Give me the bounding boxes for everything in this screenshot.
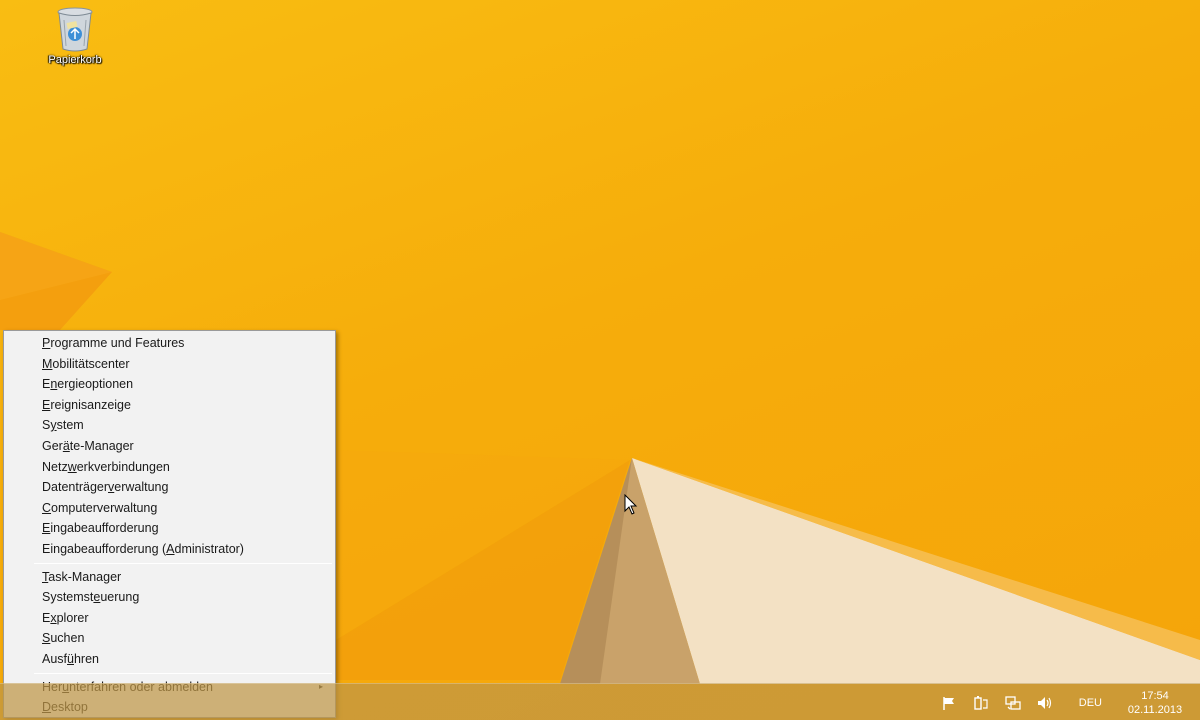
menu-item-label: ingabeaufforderung (50, 521, 159, 536)
menu-item-label: obilitätscenter (52, 356, 130, 371)
clock-date: 02.11.2013 (1127, 703, 1183, 716)
menu-item-label: dministrator) (174, 541, 244, 556)
input-language-indicator[interactable]: DEU (1079, 697, 1102, 709)
system-tray: DEU 17:54 02.11.2013 (933, 684, 1200, 720)
menu-item[interactable]: Computerverwaltung (4, 498, 335, 519)
menu-item-accelerator: w (67, 459, 77, 474)
menu-separator (34, 672, 332, 674)
menu-item-accelerator: A (166, 541, 175, 556)
menu-item-accelerator: C (42, 500, 52, 515)
volume-icon[interactable] (1035, 693, 1055, 713)
menu-item[interactable]: Mobilitätscenter (4, 354, 335, 375)
menu-item-label: Eingabeaufforderung ( (42, 541, 167, 556)
menu-item-label: reignisanzeige (50, 397, 131, 412)
menu-item[interactable]: Systemsteuerung (4, 587, 335, 608)
menu-item-label: uchen (50, 631, 85, 646)
taskbar: DEU 17:54 02.11.2013 (0, 683, 1200, 720)
menu-item-accelerator: M (42, 356, 53, 371)
menu-item[interactable]: Geräte-Manager (4, 436, 335, 457)
menu-item-accelerator: ü (67, 651, 74, 666)
taskbar-clock[interactable]: 17:54 02.11.2013 (1116, 689, 1194, 717)
menu-item[interactable]: Ausführen (4, 649, 335, 670)
menu-item-label: rogramme und Features (50, 336, 185, 350)
menu-item-label: Ausf (42, 651, 68, 666)
menu-item[interactable]: Explorer (4, 608, 335, 629)
menu-item[interactable]: Energieoptionen (4, 374, 335, 395)
menu-item-label: plorer (56, 610, 89, 625)
action-center-flag-icon[interactable] (939, 693, 959, 713)
menu-item[interactable]: Eingabeaufforderung (4, 518, 335, 539)
menu-separator (34, 562, 332, 564)
menu-item-label: ergieoptionen (57, 377, 134, 392)
clock-time: 17:54 (1141, 689, 1169, 702)
menu-item-label: Ger (42, 438, 63, 453)
menu-item-label: Netz (42, 459, 68, 474)
desktop-icon-label: Papierkorb (48, 54, 102, 66)
menu-item[interactable]: Datenträgerverwaltung (4, 477, 335, 498)
power-battery-icon[interactable] (971, 693, 991, 713)
menu-item-accelerator: ä (62, 438, 70, 453)
mouse-cursor-icon (624, 494, 638, 515)
menu-item[interactable]: System (4, 415, 335, 436)
menu-item[interactable]: Eingabeaufforderung (Administrator) (4, 539, 335, 560)
menu-item-label: Systemst (42, 590, 94, 605)
menu-item[interactable]: Task-Manager (4, 567, 335, 588)
menu-item[interactable]: Ereignisanzeige (4, 395, 335, 416)
menu-item-label: hren (73, 651, 99, 666)
menu-item-label: erkverbindungen (76, 459, 170, 474)
menu-item-label: stem (56, 418, 84, 433)
desktop-icon-recycle-bin[interactable]: Papierkorb (38, 6, 112, 66)
menu-item-label: uerung (100, 590, 140, 605)
network-icon[interactable] (1003, 693, 1023, 713)
menu-item[interactable]: Suchen (4, 628, 335, 649)
menu-item-label: Datenträger (42, 480, 109, 495)
menu-item-label: ask-Manager (48, 569, 122, 584)
power-user-context-menu: Programme und Features Mobilitätscenter En… (3, 330, 336, 718)
menu-item-label: erwaltung (114, 480, 169, 495)
menu-item-label: omputerverwaltung (51, 500, 158, 515)
menu-item-label: te-Manager (69, 438, 134, 453)
menu-item[interactable]: Netzwerkverbindungen (4, 457, 335, 478)
menu-item[interactable]: Programme und Features (4, 333, 335, 354)
recycle-bin-icon (57, 7, 93, 52)
